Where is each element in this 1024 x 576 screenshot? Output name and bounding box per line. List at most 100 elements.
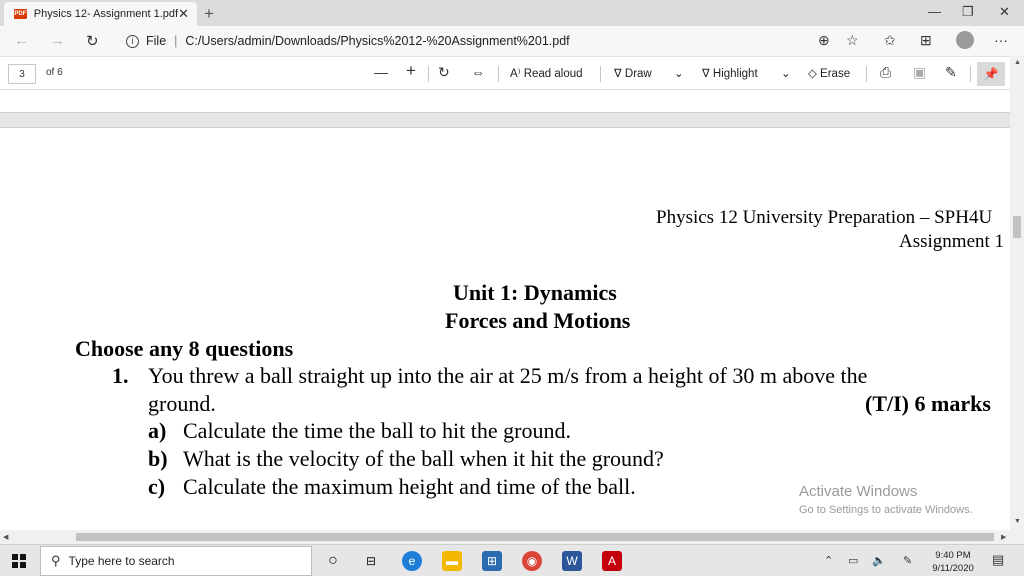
collections-icon[interactable]: ⊞ bbox=[920, 32, 932, 49]
scroll-down-icon[interactable]: ▼ bbox=[1014, 518, 1021, 525]
search-icon: ⚲ bbox=[51, 553, 61, 568]
instruction-text: Choose any 8 questions bbox=[75, 336, 294, 361]
tab-close-icon[interactable]: ✕ bbox=[178, 6, 189, 22]
part-c-text: Calculate the maximum height and time of… bbox=[183, 474, 636, 499]
part-b-label: b) bbox=[148, 446, 168, 471]
notifications-icon[interactable]: ▤ bbox=[992, 552, 1004, 568]
highlight-icon: ∇ bbox=[702, 68, 713, 80]
favorite-star-icon[interactable]: ☆ bbox=[846, 32, 859, 49]
highlight-button[interactable]: ∇ Highlight bbox=[702, 66, 758, 80]
toolbar-divider bbox=[600, 66, 601, 82]
part-a-text: Calculate the time the ball to hit the g… bbox=[183, 418, 571, 443]
unit-subtitle: Forces and Motions bbox=[445, 308, 631, 333]
scroll-left-icon[interactable]: ◀ bbox=[3, 533, 8, 541]
info-icon[interactable]: i bbox=[126, 34, 139, 48]
toolbar-divider bbox=[970, 66, 971, 82]
toolbar-divider bbox=[866, 66, 867, 82]
erase-label: Erase bbox=[820, 68, 851, 80]
cortana-icon[interactable]: ○ bbox=[323, 551, 343, 571]
highlight-dropdown-icon[interactable]: ⌄ bbox=[781, 66, 791, 80]
zoom-out-icon[interactable]: — bbox=[374, 64, 388, 80]
part-b-text: What is the velocity of the ball when it… bbox=[183, 446, 664, 471]
address-url[interactable]: C:/Users/admin/Downloads/Physics%2012-%2… bbox=[185, 34, 569, 48]
pdf-viewer[interactable]: Physics 12 University Preparation – SPH4… bbox=[0, 90, 1010, 530]
forward-icon[interactable]: → bbox=[50, 32, 65, 49]
volume-icon[interactable]: 🔈 bbox=[872, 554, 886, 567]
title-bar: PDF Physics 12- Assignment 1.pdf ✕ + — ❐… bbox=[0, 0, 1024, 26]
save-icon[interactable]: ▣ bbox=[913, 64, 926, 81]
restore-icon[interactable]: ❐ bbox=[962, 4, 974, 20]
back-icon[interactable]: ← bbox=[14, 32, 29, 49]
scroll-up-icon[interactable]: ▲ bbox=[1014, 59, 1021, 66]
highlight-label: Highlight bbox=[712, 68, 758, 80]
clock-time: 9:40 PM bbox=[935, 550, 971, 561]
doc-header-line2: Assignment 1 bbox=[899, 231, 1005, 252]
toolbar-divider bbox=[498, 66, 499, 82]
address-row: ← → ↻ i File | C:/Users/admin/Downloads/… bbox=[0, 26, 1024, 56]
file-explorer-icon[interactable]: ▬ bbox=[442, 551, 462, 571]
read-aloud-label: Read aloud bbox=[523, 68, 583, 80]
print-icon[interactable]: ⎙ bbox=[880, 64, 891, 81]
search-placeholder: Type here to search bbox=[68, 554, 175, 568]
battery-icon[interactable]: ▭ bbox=[848, 554, 858, 567]
pdf-toolbar: 3 of 6 — + ↻ ⇔ A⁾ Read aloud ∇ Draw ⌄ ∇ … bbox=[0, 56, 1024, 90]
favorites-icon[interactable]: ✩ bbox=[884, 32, 896, 49]
fit-page-icon[interactable]: ⇔ bbox=[471, 64, 485, 80]
rotate-icon[interactable]: ↻ bbox=[438, 64, 450, 81]
draw-label: Draw bbox=[624, 68, 652, 80]
store-icon[interactable]: ⊞ bbox=[482, 551, 502, 571]
part-a-label: a) bbox=[148, 418, 167, 443]
close-window-icon[interactable]: ✕ bbox=[999, 4, 1010, 20]
erase-button[interactable]: ◇ Erase bbox=[808, 66, 850, 80]
zoom-in-icon[interactable]: + bbox=[406, 61, 416, 81]
vertical-scrollbar[interactable]: ▲ ▼ bbox=[1010, 56, 1024, 530]
browser-tab[interactable]: PDF Physics 12- Assignment 1.pdf ✕ bbox=[4, 2, 197, 26]
task-view-icon[interactable]: ⊟ bbox=[361, 551, 381, 571]
more-options-icon[interactable]: ··· bbox=[994, 32, 1008, 48]
pen-icon[interactable]: ✎ bbox=[903, 554, 912, 567]
windows-start-icon[interactable] bbox=[12, 554, 26, 568]
word-icon[interactable]: W bbox=[562, 551, 582, 571]
draw-dropdown-icon[interactable]: ⌄ bbox=[674, 66, 684, 80]
address-bar[interactable]: i File | C:/Users/admin/Downloads/Physic… bbox=[116, 29, 878, 53]
refresh-icon[interactable]: ↻ bbox=[86, 32, 99, 50]
activation-watermark-title: Activate Windows bbox=[799, 483, 918, 500]
question-marks: (T/I) 6 marks bbox=[865, 391, 991, 416]
zoom-icon[interactable]: ⊕ bbox=[818, 32, 830, 49]
pdf-icon: PDF bbox=[14, 9, 27, 19]
save-as-icon[interactable]: ✎ bbox=[945, 64, 957, 81]
doc-header-line1: Physics 12 University Preparation – SPH4… bbox=[656, 207, 993, 228]
read-aloud-icon: A⁾ bbox=[510, 68, 524, 80]
scroll-right-icon[interactable]: ▶ bbox=[1001, 533, 1006, 541]
chrome-icon[interactable]: ◉ bbox=[522, 551, 542, 571]
question-number: 1. bbox=[112, 363, 129, 388]
draw-button[interactable]: ∇ Draw bbox=[614, 66, 652, 80]
question-text-line1: You threw a ball straight up into the ai… bbox=[148, 363, 868, 388]
clock-date: 9/11/2020 bbox=[932, 563, 974, 574]
activation-watermark-subtitle: Go to Settings to activate Windows. bbox=[799, 504, 973, 516]
pin-toolbar-icon[interactable]: 📌 bbox=[977, 62, 1005, 86]
horizontal-scrollbar[interactable]: ◀ ▶ bbox=[0, 530, 1024, 544]
erase-icon: ◇ bbox=[808, 68, 821, 80]
vertical-scroll-thumb[interactable] bbox=[1013, 216, 1021, 238]
unit-title: Unit 1: Dynamics bbox=[453, 280, 617, 305]
page-separator bbox=[0, 112, 1010, 128]
taskbar: ⚲ Type here to search ○ ⊟ e ▬ ⊞ ◉ W A ⌃ … bbox=[0, 544, 1024, 576]
new-tab-icon[interactable]: + bbox=[204, 4, 214, 24]
edge-browser-icon[interactable]: e bbox=[402, 551, 422, 571]
question-text-line2: ground. bbox=[148, 391, 216, 416]
page-number-input[interactable]: 3 bbox=[8, 64, 36, 84]
read-aloud-button[interactable]: A⁾ Read aloud bbox=[510, 66, 583, 80]
show-hidden-icons-icon[interactable]: ⌃ bbox=[824, 554, 833, 567]
acrobat-icon[interactable]: A bbox=[602, 551, 622, 571]
system-clock[interactable]: 9:40 PM 9/11/2020 bbox=[924, 549, 982, 575]
horizontal-scroll-thumb[interactable] bbox=[76, 533, 994, 541]
taskbar-search-box[interactable]: ⚲ Type here to search bbox=[40, 546, 312, 576]
draw-icon: ∇ bbox=[614, 68, 625, 80]
address-scheme: File bbox=[146, 34, 167, 48]
minimize-icon[interactable]: — bbox=[928, 4, 941, 19]
address-divider: | bbox=[174, 34, 178, 48]
profile-avatar[interactable] bbox=[956, 31, 974, 49]
page-total: of 6 bbox=[46, 67, 63, 78]
tab-title: Physics 12- Assignment 1.pdf bbox=[33, 8, 179, 20]
